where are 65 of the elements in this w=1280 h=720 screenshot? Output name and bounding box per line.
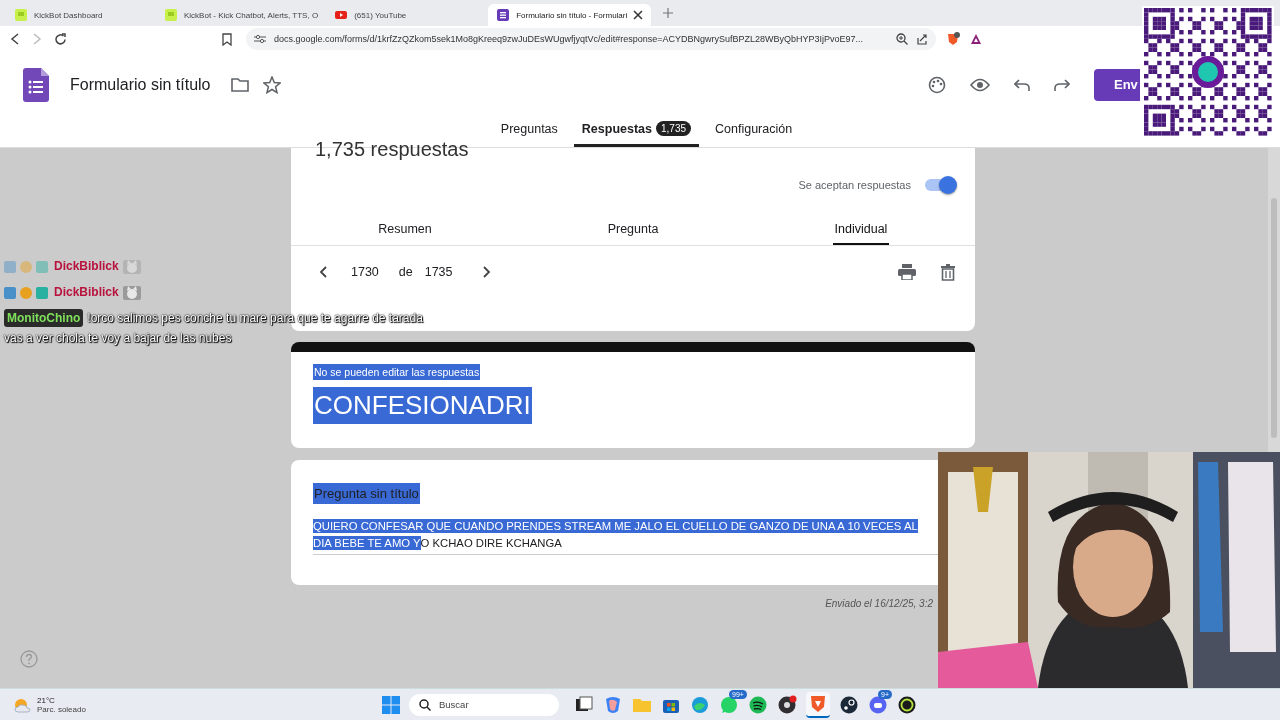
close-icon[interactable] <box>633 10 644 20</box>
badge-icons <box>4 285 50 300</box>
browser-tab[interactable]: KickBot - Kick Chatbot, Alerts, TTS, O <box>156 4 327 26</box>
kick-icon <box>14 8 28 22</box>
search-icon <box>419 698 431 711</box>
scrollbar-thumb[interactable] <box>1271 198 1277 438</box>
form-title[interactable]: Formulario sin título <box>70 75 211 94</box>
chat-username: MonitoChino <box>7 311 81 325</box>
undo-icon[interactable] <box>1014 77 1030 92</box>
discord-icon[interactable] <box>868 694 888 715</box>
previous-icon[interactable] <box>319 266 327 278</box>
trash-icon[interactable] <box>941 263 955 281</box>
share-icon[interactable] <box>916 33 928 45</box>
forms-icon <box>496 8 511 22</box>
chat-username: DickBiblick <box>54 259 119 273</box>
bookmark-icon[interactable] <box>222 32 232 46</box>
responses-count: 1,735 respuestas <box>314 138 470 160</box>
total-count: 1735 <box>424 265 453 279</box>
badge-icons <box>4 259 50 274</box>
question-title: Pregunta sin título <box>313 483 420 504</box>
zoom-icon[interactable] <box>896 33 908 45</box>
edge-icon[interactable] <box>690 694 710 715</box>
reload-icon[interactable] <box>54 32 67 46</box>
weather-text: Parc. soleado <box>37 704 86 714</box>
form-tab[interactable]: Preguntas <box>492 117 566 147</box>
count-badge: 1,735 <box>656 121 692 137</box>
folder-icon[interactable] <box>230 77 249 93</box>
print-icon[interactable] <box>898 264 916 280</box>
redo-icon[interactable] <box>1054 77 1070 92</box>
submitted-date: Enviado el 16/12/25, 3:2 <box>824 598 934 609</box>
lion-shield-icon[interactable] <box>946 32 960 46</box>
of-label: de <box>398 265 413 279</box>
temperature-text: 21°C <box>37 695 56 705</box>
triangle-icon[interactable] <box>970 33 982 45</box>
record-icon[interactable] <box>777 694 797 715</box>
windows-start-icon[interactable] <box>382 695 400 714</box>
browser-tab[interactable]: (651) YouTube <box>326 4 477 26</box>
accept-toggle[interactable] <box>925 179 955 191</box>
response-number-field[interactable]: 1730 <box>351 265 379 279</box>
taskbar-search-field[interactable]: Buscar <box>409 693 559 716</box>
kick-icon <box>164 8 178 22</box>
spotify-icon[interactable] <box>748 694 768 715</box>
site-settings-icon <box>254 34 266 44</box>
browser-tab[interactable]: KickBot Dashboard <box>6 4 156 26</box>
send-button[interactable]: Env <box>1094 68 1140 101</box>
chat-message-line: vas a ver chola te voy a bajar de las nubes <box>4 330 233 348</box>
star-icon[interactable] <box>262 75 281 94</box>
steam-icon[interactable] <box>839 694 859 715</box>
next-icon[interactable] <box>482 266 491 278</box>
notice-text: No se pueden editar las respuestas <box>313 364 481 380</box>
chat-message-line: !orco salimos pes conche tu mare para que te agarre de tarada <box>87 311 423 325</box>
youtube-icon <box>334 8 349 22</box>
view-tab[interactable]: Resumen <box>291 209 519 245</box>
forms-logo-icon[interactable] <box>23 67 49 102</box>
chat-username: DickBiblick <box>54 285 119 299</box>
form-heading: CONFESIONADRI <box>313 387 532 424</box>
form-tab[interactable]: Configuración <box>707 117 801 147</box>
back-icon[interactable] <box>10 33 20 45</box>
palette-icon[interactable] <box>928 75 946 94</box>
toggle-label: Se aceptan respuestas <box>798 179 911 191</box>
browser-tab[interactable]: Formulario sin título - Formulari <box>488 4 652 26</box>
new-tab-icon[interactable] <box>663 8 674 18</box>
view-tab[interactable]: Pregunta <box>519 209 747 245</box>
address-bar[interactable]: docs.google.com/forms/d/1krfZzQZkom5sek1Mo8gKreeq9zwJuDEsWUgwfjyqtVc/edit#response=ACYDBNgwrySufBPZL28WByQbHYP3IjPvoE97... <box>246 28 936 50</box>
eye-icon[interactable] <box>970 77 990 92</box>
